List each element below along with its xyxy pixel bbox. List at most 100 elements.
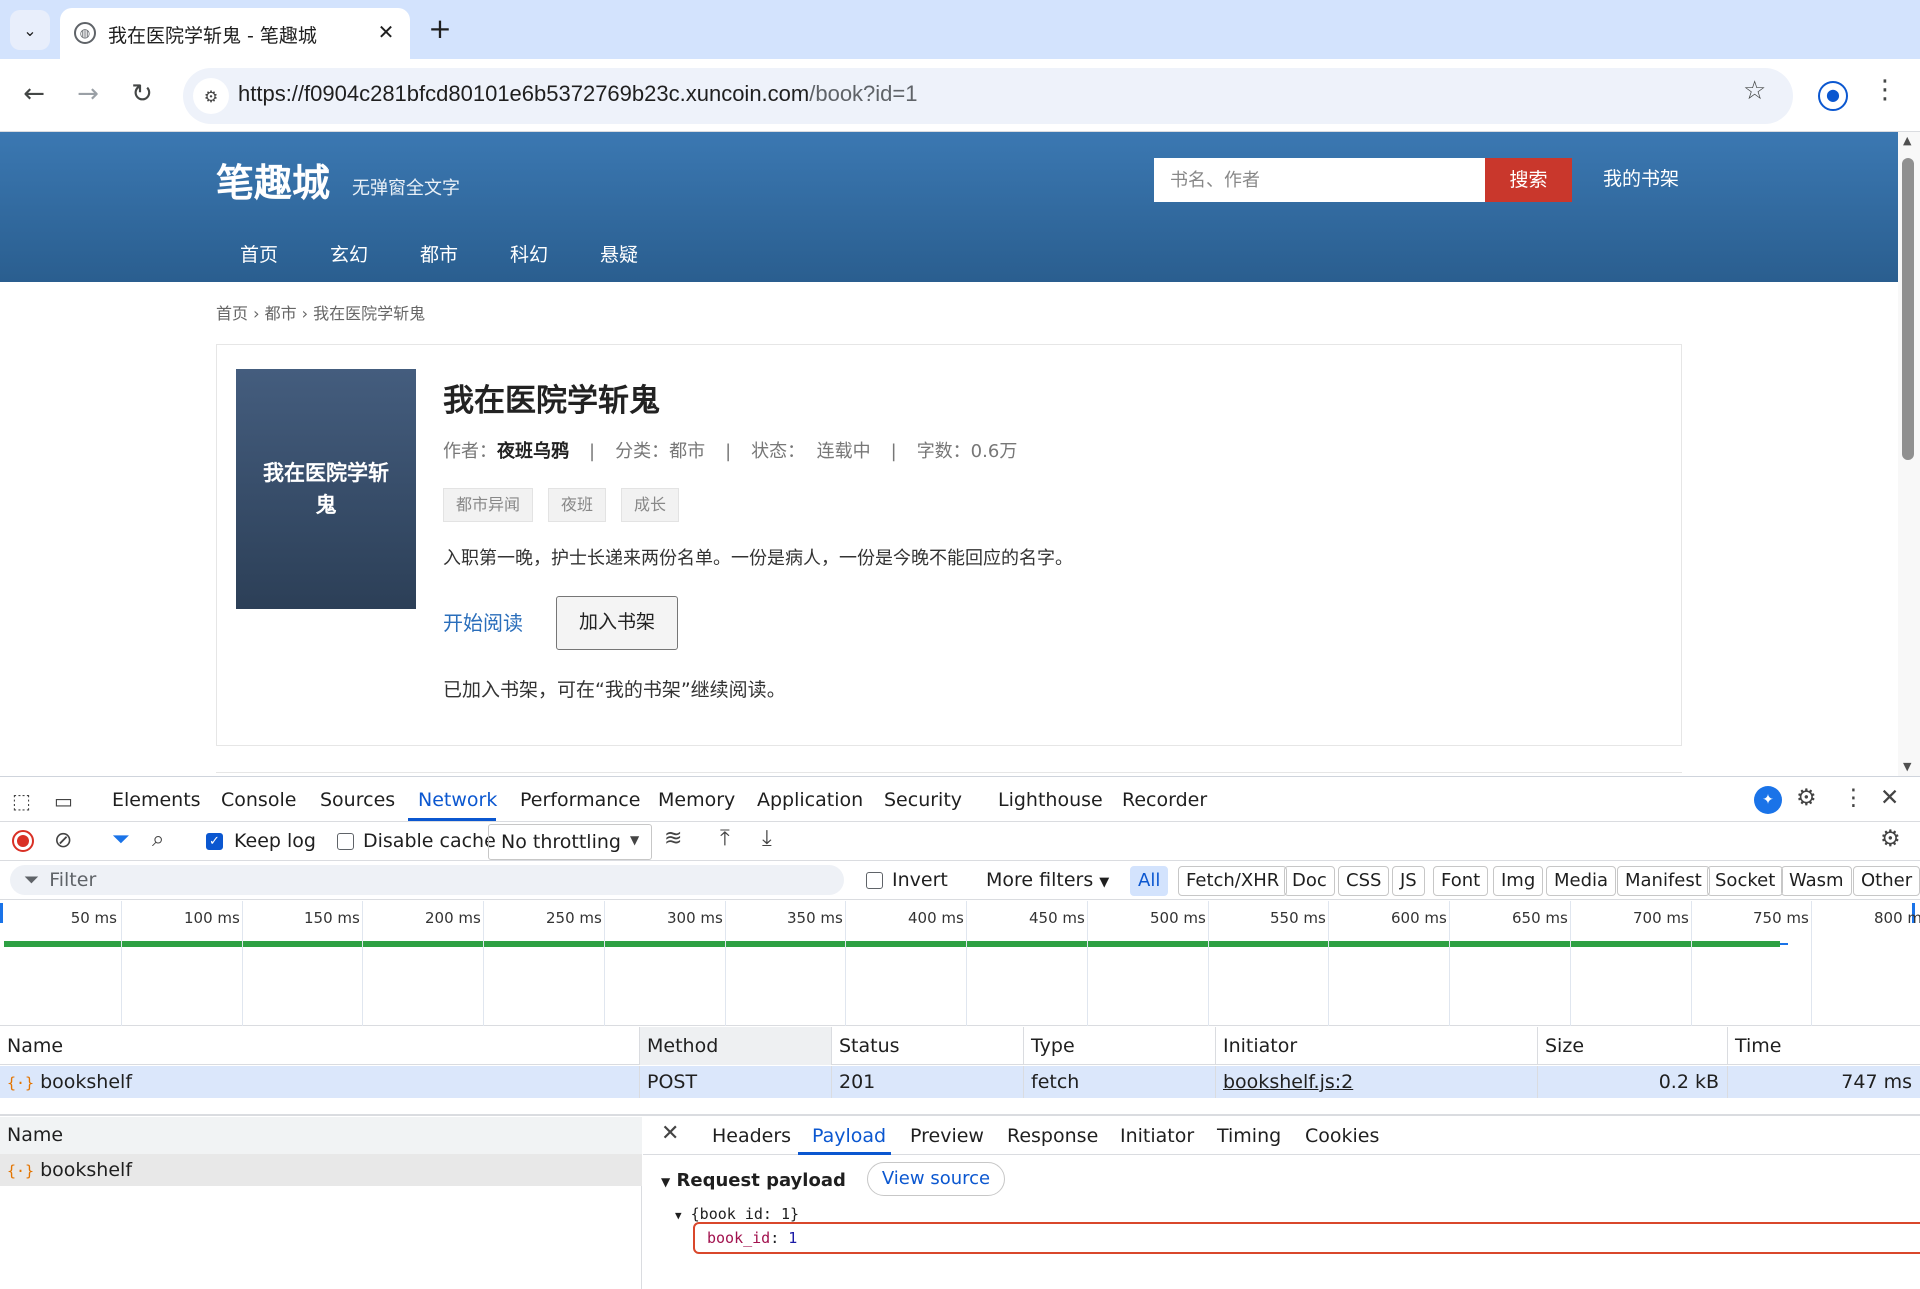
devtools-tab-memory[interactable]: Memory <box>658 789 735 811</box>
network-conditions-icon[interactable]: ≋ <box>664 826 682 851</box>
side-list-header[interactable]: Name <box>0 1117 642 1154</box>
inspect-element-icon[interactable]: ⬚ <box>12 789 31 813</box>
tab-search-chevron-icon[interactable]: ⌄ <box>10 10 50 50</box>
devtools-tab-elements[interactable]: Elements <box>112 789 201 811</box>
devtools-more-icon[interactable]: ⋮ <box>1842 785 1865 811</box>
close-detail-icon[interactable]: ✕ <box>661 1121 679 1146</box>
site-logo[interactable]: 笔趣城 <box>216 152 330 207</box>
detail-tab-preview[interactable]: Preview <box>910 1125 984 1147</box>
forward-arrow-icon[interactable]: → <box>68 74 108 114</box>
breadcrumb[interactable]: 首页 › 都市 › 我在医院学斩鬼 <box>216 300 425 324</box>
devtools-tab-network[interactable]: Network <box>418 789 497 811</box>
search-input[interactable] <box>1154 158 1486 202</box>
tab-close-icon[interactable]: ✕ <box>372 18 400 46</box>
keep-log-label[interactable]: Keep log <box>234 830 316 852</box>
new-tab-plus-icon[interactable]: + <box>424 14 456 46</box>
browser-menu-icon[interactable]: ⋮ <box>1872 75 1898 105</box>
ai-assistance-icon[interactable]: ✦ <box>1754 786 1782 814</box>
search-button[interactable]: 搜索 <box>1485 158 1572 202</box>
start-reading-link[interactable]: 开始阅读 <box>443 607 523 636</box>
devtools-tab-sources[interactable]: Sources <box>320 789 395 811</box>
add-to-shelf-button[interactable]: 加入书架 <box>556 596 678 650</box>
type-filter-img[interactable]: Img <box>1493 866 1544 896</box>
devtools-tab-console[interactable]: Console <box>221 789 296 811</box>
nav-item-mystery[interactable]: 悬疑 <box>600 240 638 267</box>
column-header-status[interactable]: Status <box>832 1027 1024 1065</box>
export-har-icon[interactable]: ⤓ <box>762 826 772 851</box>
throttling-select[interactable]: No throttling <box>488 824 652 860</box>
request-payload-section[interactable]: ▼ Request payload <box>661 1170 846 1191</box>
scrollbar-thumb[interactable] <box>1902 158 1914 460</box>
devtools-tab-lighthouse[interactable]: Lighthouse <box>998 789 1103 811</box>
import-har-icon[interactable]: ⤒ <box>720 826 730 851</box>
devtools-close-icon[interactable]: ✕ <box>1880 785 1899 811</box>
nav-item-home[interactable]: 首页 <box>240 240 278 267</box>
type-filter-fetch-xhr[interactable]: Fetch/XHR <box>1178 866 1288 896</box>
type-filter-manifest[interactable]: Manifest <box>1617 866 1710 896</box>
nav-item-urban[interactable]: 都市 <box>420 240 458 267</box>
detail-tab-response[interactable]: Response <box>1007 1125 1098 1147</box>
devtools-settings-gear-icon[interactable]: ⚙ <box>1796 785 1817 811</box>
type-filter-other[interactable]: Other <box>1853 866 1920 896</box>
profile-avatar-icon[interactable]: ● <box>1818 81 1848 111</box>
address-bar[interactable]: ⚙ https://f0904c281bfcd80101e6b5372769b2… <box>183 68 1793 124</box>
devtools-tab-security[interactable]: Security <box>884 789 962 811</box>
disable-cache-label[interactable]: Disable cache <box>363 830 496 852</box>
scroll-down-arrow-icon[interactable]: ▼ <box>1903 760 1911 773</box>
back-arrow-icon[interactable]: ← <box>14 74 54 114</box>
timeline-left-handle[interactable] <box>0 903 3 923</box>
bookmark-star-icon[interactable]: ☆ <box>1743 76 1766 106</box>
search-icon[interactable]: ⌕ <box>152 827 164 852</box>
more-filters-dropdown[interactable]: More filters ▼ <box>986 869 1109 891</box>
table-row[interactable]: {·} bookshelf POST 201 fetch bookshelf.js… <box>0 1066 1920 1098</box>
reload-icon[interactable]: ↻ <box>122 74 162 114</box>
filter-input[interactable]: ⏷ Filter <box>10 865 844 895</box>
panel-splitter[interactable] <box>0 1114 1920 1116</box>
devtools-tab-recorder[interactable]: Recorder <box>1122 789 1207 811</box>
column-header-size[interactable]: Size <box>1538 1027 1728 1065</box>
record-stop-icon[interactable] <box>12 830 34 852</box>
request-name-cell[interactable]: {·} bookshelf <box>0 1066 640 1098</box>
column-header-name[interactable]: Name <box>0 1027 640 1065</box>
payload-object-line[interactable]: ▼ {book_id: 1} <box>675 1205 799 1223</box>
column-header-time[interactable]: Time <box>1728 1027 1920 1065</box>
browser-tab[interactable]: ◍ 我在医院学斩鬼 - 笔趣城 ✕ <box>60 8 410 59</box>
network-settings-gear-icon[interactable]: ⚙ <box>1880 826 1901 852</box>
column-header-type[interactable]: Type <box>1024 1027 1216 1065</box>
detail-tab-initiator[interactable]: Initiator <box>1120 1125 1194 1147</box>
payload-property-highlight[interactable]: book_id: 1 <box>693 1222 1920 1254</box>
my-shelf-link[interactable]: 我的书架 <box>1603 164 1679 191</box>
nav-item-fantasy[interactable]: 玄幻 <box>330 240 368 267</box>
filter-funnel-icon[interactable]: ⏷ <box>112 827 130 852</box>
devtools-tab-application[interactable]: Application <box>757 789 863 811</box>
device-toolbar-icon[interactable]: ▭ <box>54 789 73 813</box>
type-filter-all[interactable]: All <box>1130 866 1169 896</box>
type-filter-js[interactable]: JS <box>1392 866 1425 896</box>
type-filter-font[interactable]: Font <box>1433 866 1489 896</box>
scroll-up-arrow-icon[interactable]: ▲ <box>1903 134 1911 147</box>
view-source-button[interactable]: View source <box>867 1162 1005 1196</box>
type-filter-css[interactable]: CSS <box>1338 866 1390 896</box>
detail-tab-payload[interactable]: Payload <box>812 1125 886 1147</box>
clear-log-icon[interactable]: ⊘ <box>54 828 72 853</box>
column-header-method[interactable]: Method <box>640 1027 832 1065</box>
disable-cache-checkbox[interactable] <box>337 833 354 850</box>
type-filter-media[interactable]: Media <box>1546 866 1617 896</box>
type-filter-doc[interactable]: Doc <box>1284 866 1335 896</box>
request-initiator-link[interactable]: bookshelf.js:2 <box>1216 1066 1538 1098</box>
invert-checkbox[interactable] <box>866 872 883 889</box>
site-info-icon[interactable]: ⚙ <box>193 78 229 114</box>
type-filter-wasm[interactable]: Wasm <box>1781 866 1852 896</box>
detail-tab-headers[interactable]: Headers <box>712 1125 791 1147</box>
devtools-tab-performance[interactable]: Performance <box>520 789 640 811</box>
list-item[interactable]: {·} bookshelf <box>0 1154 642 1186</box>
keep-log-checkbox[interactable]: ✓ <box>206 833 223 850</box>
network-timeline-overview[interactable]: 50 ms 100 ms 150 ms 200 ms 250 ms 300 ms 350 m… <box>0 901 1920 1026</box>
nav-item-scifi[interactable]: 科幻 <box>510 240 548 267</box>
column-header-initiator[interactable]: Initiator <box>1216 1027 1538 1065</box>
detail-tab-timing[interactable]: Timing <box>1217 1125 1281 1147</box>
invert-label[interactable]: Invert <box>892 869 948 891</box>
detail-tab-cookies[interactable]: Cookies <box>1305 1125 1379 1147</box>
url-text[interactable]: https://f0904c281bfcd80101e6b5372769b23c… <box>238 81 918 107</box>
type-filter-socket[interactable]: Socket <box>1707 866 1784 896</box>
